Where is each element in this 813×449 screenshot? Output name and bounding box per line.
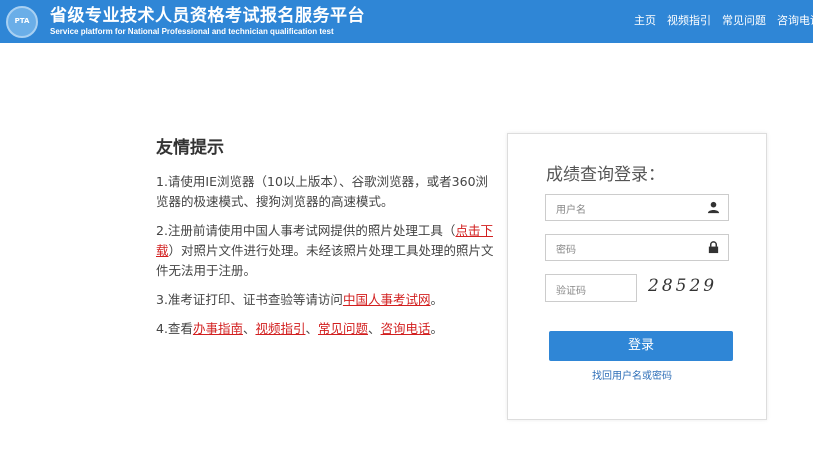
tip-4-end: 。: [430, 321, 444, 336]
top-nav: 主页 视频指引 常见问题 咨询电话: [634, 12, 813, 28]
forgot-credentials-link[interactable]: 找回用户名或密码: [592, 367, 672, 382]
login-title: 成绩查询登录：: [546, 165, 665, 185]
cpta-link[interactable]: 中国人事考试网: [343, 292, 431, 307]
login-button[interactable]: 登录: [549, 331, 733, 361]
username-field[interactable]: 用户名: [545, 194, 729, 221]
login-panel: 成绩查询登录： 用户名 密码 验证码 28529 登录 找回用户名或密码: [507, 133, 767, 420]
tips-heading: 友情提示: [156, 138, 224, 158]
captcha-field[interactable]: 验证码: [545, 274, 637, 302]
consult-phone-link[interactable]: 咨询电话: [381, 321, 431, 336]
tip-2-text-a: 2.注册前请使用中国人事考试网提供的照片处理工具（: [156, 223, 456, 238]
captcha-image[interactable]: 28529: [648, 276, 718, 302]
tip-2-text-b: ）对照片文件进行处理。未经该照片处理工具处理的照片文件无法用于注册。: [156, 243, 494, 278]
tip-item-4: 4.查看办事指南、视频指引、常见问题、咨询电话。: [156, 319, 496, 339]
tips-section: 友情提示 1.请使用IE浏览器（10以上版本）、谷歌浏览器，或者360浏览器的极…: [156, 133, 496, 348]
tip-item-2: 2.注册前请使用中国人事考试网提供的照片处理工具（点击下载）对照片文件进行处理。…: [156, 221, 496, 281]
video-guide-link[interactable]: 视频指引: [255, 321, 305, 336]
username-placeholder: 用户名: [556, 205, 586, 216]
guide-link[interactable]: 办事指南: [193, 321, 243, 336]
site-title: 省级专业技术人员资格考试报名服务平台: [50, 6, 365, 26]
password-placeholder: 密码: [556, 245, 576, 256]
tip-4-sep-2: 、: [305, 321, 318, 336]
faq-link[interactable]: 常见问题: [318, 321, 368, 336]
captcha-placeholder: 验证码: [556, 286, 586, 297]
tip-item-1: 1.请使用IE浏览器（10以上版本）、谷歌浏览器，或者360浏览器的极速模式、搜…: [156, 172, 496, 212]
tip-4-sep-1: 、: [242, 321, 256, 336]
tip-4-sep-3: 、: [368, 321, 381, 336]
nav-video-guide[interactable]: 视频指引: [667, 12, 711, 28]
nav-faq[interactable]: 常见问题: [722, 12, 766, 28]
tip-1-text: 1.请使用IE浏览器（10以上版本）、谷歌浏览器，或者360浏览器的极速模式、搜…: [156, 174, 489, 209]
pta-logo-icon: PTA: [6, 6, 38, 38]
user-icon: [707, 201, 720, 214]
header-bar: PTA 省级专业技术人员资格考试报名服务平台 Service platform …: [0, 0, 813, 43]
tip-4-text-a: 4.查看: [156, 321, 193, 336]
nav-home[interactable]: 主页: [634, 12, 656, 28]
site-subtitle: Service platform for National Profession…: [50, 27, 334, 36]
lock-icon: [708, 241, 719, 254]
tip-3-text-a: 3.准考证打印、证书查验等请访问: [156, 292, 343, 307]
logo-text: PTA: [14, 17, 30, 25]
tip-3-text-b: 。: [430, 292, 443, 307]
tip-item-3: 3.准考证打印、证书查验等请访问中国人事考试网。: [156, 290, 496, 310]
password-field[interactable]: 密码: [545, 234, 729, 261]
nav-consult-phone[interactable]: 咨询电话: [777, 12, 813, 28]
